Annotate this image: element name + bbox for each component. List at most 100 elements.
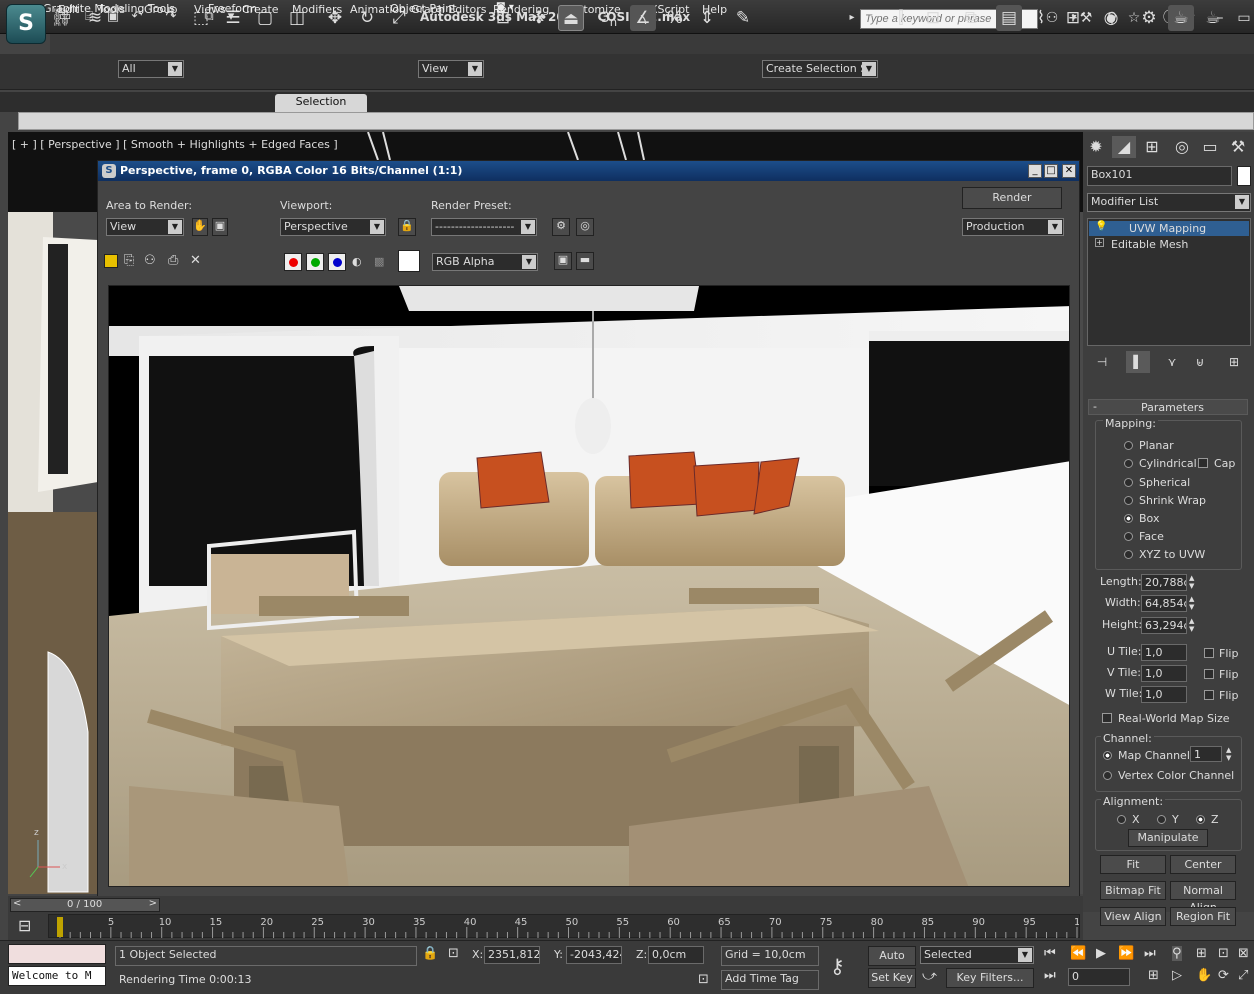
region-fit-button[interactable]: Region Fit xyxy=(1170,907,1236,926)
object-name-field[interactable]: Box101 xyxy=(1087,166,1232,186)
lock-icon[interactable]: 🔒 xyxy=(398,218,416,236)
track-view-icon[interactable]: ⊟ xyxy=(18,916,40,936)
render-setup-icon[interactable]: ⚙ xyxy=(1136,5,1162,31)
spinner-snap-icon[interactable]: ⇕ xyxy=(694,5,720,31)
radio-xyz-to-uvw[interactable] xyxy=(1124,550,1133,559)
radio-align-x[interactable] xyxy=(1117,815,1126,824)
chevron-right-icon[interactable]: ▸ xyxy=(842,9,862,27)
x-coordinate-field[interactable]: 2351,812c xyxy=(484,946,540,964)
named-selection-set-dropdown[interactable]: Create Selection Se ▼ xyxy=(762,60,878,78)
display-channel-dropdown[interactable]: RGB Alpha ▼ xyxy=(432,253,538,271)
radio-spherical[interactable] xyxy=(1124,478,1133,487)
save-image-icon[interactable] xyxy=(104,254,118,268)
time-slider-handle[interactable] xyxy=(57,917,63,937)
u-tile-field[interactable]: 1,0 xyxy=(1141,644,1187,661)
y-coordinate-field[interactable]: -2043,424 xyxy=(566,946,622,964)
next-frame-icon[interactable]: > xyxy=(149,898,157,909)
radio-face[interactable] xyxy=(1124,532,1133,541)
radio-align-z[interactable] xyxy=(1196,815,1205,824)
copy-image-icon[interactable]: ⎘ xyxy=(124,253,134,268)
current-frame-field[interactable]: 0 xyxy=(1068,968,1130,986)
select-and-manipulate-icon[interactable]: ✣ xyxy=(526,5,552,31)
edit-named-selection-icon[interactable]: ✎ xyxy=(730,5,756,31)
go-to-end-icon[interactable]: ⏭ xyxy=(1144,946,1156,961)
object-color-swatch[interactable] xyxy=(1237,166,1251,186)
pan-view-icon[interactable]: ✋ xyxy=(1196,968,1212,983)
map-channel-spinner-icon[interactable]: ▲ ▼ xyxy=(1226,746,1231,762)
time-tag-icon[interactable]: ⊡ xyxy=(698,972,709,987)
configure-modifier-sets-icon[interactable]: ⊞ xyxy=(1222,351,1246,373)
z-coordinate-field[interactable]: 0,0cm xyxy=(648,946,704,964)
zoom-extents-icon[interactable]: ⊡ xyxy=(1218,946,1229,961)
modifier-list-dropdown[interactable]: Modifier List ▼ xyxy=(1087,193,1251,212)
radio-map-channel[interactable] xyxy=(1103,751,1112,760)
tab-graphite-modeling-tools[interactable]: Graphite Modeling Tools xyxy=(43,2,175,20)
align-icon[interactable]: ⊟ xyxy=(920,5,946,31)
rendered-frame-window-icon[interactable]: ☕ xyxy=(1168,5,1194,31)
view-align-button[interactable]: View Align xyxy=(1100,907,1166,926)
material-editor-icon[interactable]: ◉ xyxy=(1098,5,1124,31)
alpha-channel-icon[interactable]: ◐ xyxy=(352,255,362,268)
make-unique-icon[interactable]: ⋎ xyxy=(1160,351,1184,373)
angle-snap-icon[interactable]: ∡ xyxy=(630,5,656,31)
add-time-tag-field[interactable]: Add Time Tag xyxy=(721,970,819,990)
mirror-icon[interactable]: ⫿ xyxy=(888,5,914,31)
width-field[interactable]: 64,854cı xyxy=(1141,595,1187,612)
edit-region-icon[interactable]: ✋ xyxy=(192,218,208,236)
w-tile-field[interactable]: 1,0 xyxy=(1141,686,1187,703)
maximize-icon[interactable]: □ xyxy=(1044,164,1058,178)
render-setup-small-icon[interactable]: ⚙ xyxy=(552,218,570,236)
ribbon-options-icon[interactable]: ◙ ▾ xyxy=(496,2,514,20)
viewport-dropdown[interactable]: Perspective ▼ xyxy=(280,218,386,236)
maximize-viewport-icon[interactable]: ⤢ xyxy=(1238,968,1248,983)
v-tile-field[interactable]: 1,0 xyxy=(1141,665,1187,682)
absolute-mode-icon[interactable]: ⊡ xyxy=(448,946,459,961)
expand-icon[interactable]: + xyxy=(1095,238,1104,247)
next-key-icon[interactable]: ⏩ xyxy=(1118,946,1134,961)
parameters-rollout-header[interactable]: - Parameters xyxy=(1088,399,1248,415)
green-channel-icon[interactable] xyxy=(306,253,324,271)
show-end-result-icon[interactable]: ▌ xyxy=(1126,351,1150,373)
maxscript-listener-white[interactable]: Welcome to M xyxy=(8,966,106,986)
monochrome-icon[interactable]: ▩ xyxy=(374,255,384,268)
length-field[interactable]: 20,788cı xyxy=(1141,574,1187,591)
field-of-view-icon[interactable]: ▷ xyxy=(1172,968,1182,983)
stack-item-uvw-mapping[interactable]: 💡 UVW Mapping xyxy=(1089,221,1249,236)
toggle-ui-icon[interactable]: ▬ xyxy=(576,252,594,270)
curve-editor-icon[interactable]: ⌇ xyxy=(1028,5,1054,31)
play-icon[interactable]: ▶ xyxy=(1096,946,1106,961)
select-and-move-icon[interactable]: ✥ xyxy=(322,5,348,31)
window-crossing-icon[interactable]: ◫ xyxy=(284,5,310,31)
orbit-icon[interactable]: ⟳ xyxy=(1218,968,1229,983)
cap-checkbox[interactable] xyxy=(1198,458,1208,468)
print-image-icon[interactable]: ⎙ xyxy=(168,253,178,268)
radio-vertex-color-channel[interactable] xyxy=(1103,771,1112,780)
lightbulb-icon[interactable]: 💡 xyxy=(1095,221,1107,232)
swatch-color[interactable] xyxy=(398,250,420,272)
height-field[interactable]: 63,294cı xyxy=(1141,617,1187,634)
select-and-rotate-icon[interactable]: ↻ xyxy=(354,5,380,31)
maximize-window-icon[interactable]: ▭ xyxy=(1234,9,1254,27)
area-to-render-dropdown[interactable]: View ▼ xyxy=(106,218,184,236)
viewport-label[interactable]: [ + ] [ Perspective ] [ Smooth + Highlig… xyxy=(12,138,338,151)
reference-coordinate-dropdown[interactable]: View ▼ xyxy=(418,60,484,78)
toggle-ui-overlay-icon[interactable]: ▣ xyxy=(554,252,572,270)
radio-shrink-wrap[interactable] xyxy=(1124,496,1133,505)
go-to-start-icon[interactable]: ⏮ xyxy=(1044,946,1056,961)
normal-align-button[interactable]: Normal Align xyxy=(1170,881,1236,914)
set-key-button[interactable]: Set Key xyxy=(868,968,916,988)
render-button[interactable]: Render xyxy=(962,187,1062,209)
production-dropdown[interactable]: Production ▼ xyxy=(962,218,1064,236)
radio-cylindrical[interactable] xyxy=(1124,459,1133,468)
utilities-tab-icon[interactable]: ⚒ xyxy=(1226,136,1250,158)
time-slider[interactable]: < 0 / 100 > xyxy=(10,898,160,912)
clone-window-icon[interactable]: ⚇ xyxy=(144,253,156,268)
manipulate-button[interactable]: Manipulate xyxy=(1128,829,1208,847)
fit-button[interactable]: Fit xyxy=(1100,855,1166,874)
tab-object-paint[interactable]: Object Paint xyxy=(390,2,457,20)
render-preset-dropdown[interactable]: -------------------- ▼ xyxy=(431,218,537,236)
display-tab-icon[interactable]: ▭ xyxy=(1198,136,1222,158)
radio-align-y[interactable] xyxy=(1157,815,1166,824)
previous-key-icon[interactable]: ⏪ xyxy=(1070,946,1086,961)
key-filters-button[interactable]: Key Filters... xyxy=(946,968,1034,988)
